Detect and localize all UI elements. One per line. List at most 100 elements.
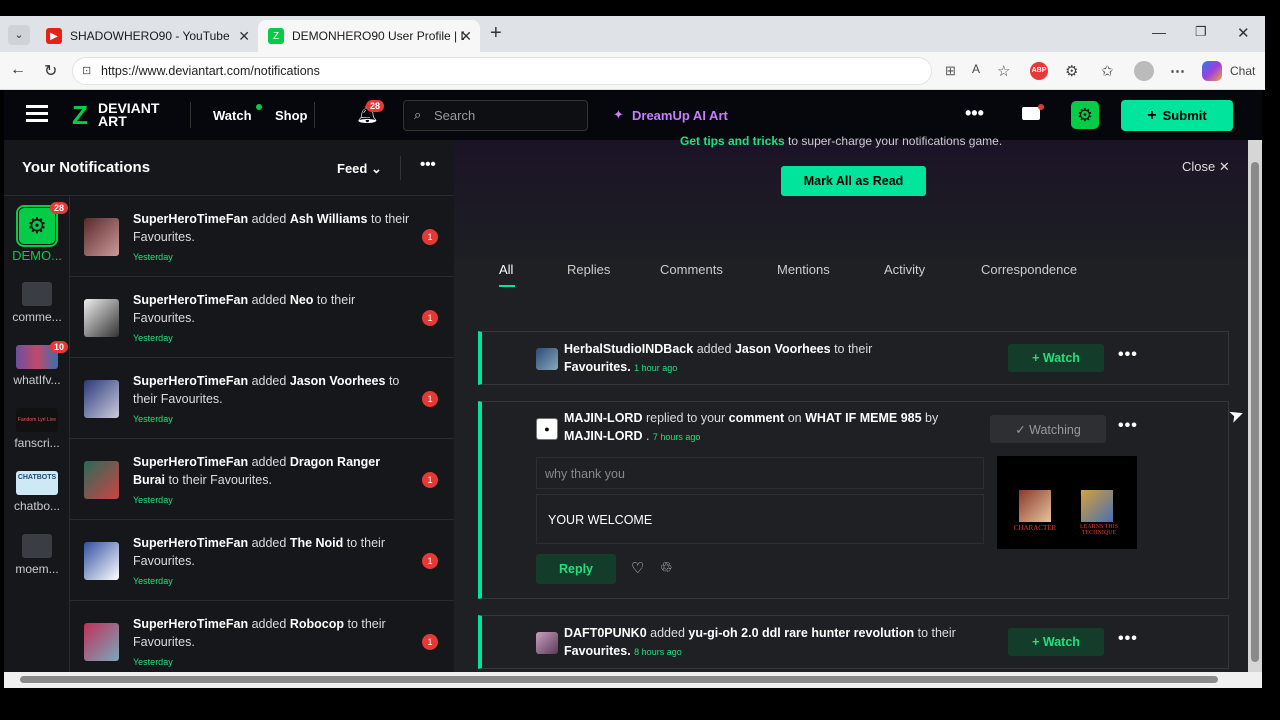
tab-all[interactable]: All	[499, 262, 513, 277]
deviation-link[interactable]: Jason Voorhees	[735, 342, 831, 356]
close-tab-icon[interactable]: ✕	[238, 28, 250, 45]
user-avatar[interactable]: ⚙	[1071, 101, 1099, 129]
username-link[interactable]: MAJIN-LORD	[564, 411, 642, 425]
username-link[interactable]: SuperHeroTimeFan	[133, 374, 248, 388]
restore-icon[interactable]: ❐	[1195, 24, 1207, 40]
username-link[interactable]: DAFT0PUNK0	[564, 626, 647, 640]
user-avatar[interactable]	[536, 348, 558, 370]
tab-replies[interactable]: Replies	[567, 262, 610, 277]
deviation-link[interactable]: Jason Voorhees	[290, 374, 386, 388]
username-link[interactable]: SuperHeroTimeFan	[133, 455, 248, 469]
dreamup-link[interactable]: DreamUp AI Art	[632, 108, 728, 123]
url-field[interactable]: ⊡ https://www.deviantart.com/notificatio…	[72, 57, 956, 85]
watching-button[interactable]: ✓ Watching	[990, 415, 1106, 443]
feed-item[interactable]: SuperHeroTimeFan added Neo to their Favo…	[70, 277, 454, 358]
submit-button[interactable]: + Submit	[1121, 100, 1233, 131]
deviation-link[interactable]: WHAT IF MEME 985	[805, 411, 921, 425]
deviantart-logo-icon[interactable]: Z	[72, 102, 88, 128]
nav-shop[interactable]: Shop	[275, 108, 308, 123]
tip-link[interactable]: Get tips and tricks	[680, 134, 785, 148]
new-tab-icon[interactable]: +	[490, 22, 502, 45]
hscroll-thumb[interactable]	[20, 676, 1218, 683]
username-link[interactable]: HerbalStudioINDBack	[564, 342, 693, 356]
adblock-icon[interactable]: ABP	[1030, 62, 1048, 80]
feed-item[interactable]: SuperHeroTimeFan added Jason Voorhees to…	[70, 358, 454, 439]
user-avatar[interactable]: ●	[536, 418, 558, 440]
username-link[interactable]: SuperHeroTimeFan	[133, 536, 248, 550]
deviation-link[interactable]: Robocop	[290, 617, 344, 631]
deviation-link[interactable]: Neo	[290, 293, 314, 307]
reload-icon[interactable]: ↻	[44, 61, 57, 81]
app-icon[interactable]: ⊞	[945, 63, 956, 79]
heart-icon[interactable]: ♡	[631, 559, 644, 577]
notification-card-reply[interactable]: ● MAJIN-LORD replied to your comment on …	[478, 401, 1229, 599]
back-icon[interactable]: ←	[10, 61, 26, 79]
logo-wordmark[interactable]: DEVIANT ART	[98, 101, 159, 128]
favorite-star-icon[interactable]: ☆	[997, 62, 1010, 80]
extensions-icon[interactable]: ⚙	[1065, 62, 1078, 80]
mark-all-read-button[interactable]: Mark All as Read	[781, 166, 926, 196]
rail-item-comments[interactable]: comme...	[4, 282, 70, 324]
scrollbar-thumb[interactable]	[1251, 162, 1259, 662]
feed-item[interactable]: SuperHeroTimeFan added The Noid to their…	[70, 520, 454, 601]
chat-label[interactable]: Chat	[1230, 64, 1255, 78]
card-more-icon[interactable]: •••	[1118, 346, 1138, 364]
hamburger-menu-icon[interactable]	[26, 105, 48, 123]
tab-activity[interactable]: Activity	[884, 262, 925, 277]
feed-thumbnail[interactable]	[84, 542, 119, 580]
username-link[interactable]: MAJIN-LORD	[564, 429, 642, 443]
feed-item[interactable]: SuperHeroTimeFan added Dragon Ranger Bur…	[70, 439, 454, 520]
award-icon[interactable]: ♲	[660, 559, 673, 576]
rail-item-chatbots[interactable]: CHATBOTS chatbo...	[4, 471, 70, 513]
deviation-link[interactable]: yu-gi-oh 2.0 ddl rare hunter revolution	[688, 626, 914, 640]
watch-button[interactable]: + Watch	[1008, 344, 1104, 372]
close-button[interactable]: Close ✕	[1182, 159, 1230, 175]
feed-thumbnail[interactable]	[84, 218, 119, 256]
deviation-link[interactable]: The Noid	[290, 536, 343, 550]
notification-card[interactable]: DAFT0PUNK0 added yu-gi-oh 2.0 ddl rare h…	[478, 615, 1229, 669]
favorites-icon[interactable]: ✩	[1101, 62, 1114, 80]
nav-watch[interactable]: Watch	[213, 108, 252, 123]
card-more-icon[interactable]: •••	[1118, 630, 1138, 648]
tab-mentions[interactable]: Mentions	[777, 262, 830, 277]
more-menu-icon[interactable]: ⋯	[1170, 62, 1185, 80]
feed-thumbnail[interactable]	[84, 461, 119, 499]
rail-item-fanscripts[interactable]: Fandom Lyri Live fanscri...	[4, 408, 70, 450]
feed-item[interactable]: SuperHeroTimeFan added Robocop to their …	[70, 601, 454, 672]
deviation-thumbnail[interactable]: CHARACTER LEARNS THIS TECHNIQUE	[997, 456, 1137, 549]
favourites-link[interactable]: Favourites.	[564, 360, 631, 374]
watch-button[interactable]: + Watch	[1008, 628, 1104, 656]
rail-item-demonhero[interactable]: ⚙ DEMO... 28	[4, 202, 70, 263]
user-avatar[interactable]	[536, 632, 558, 654]
feed-dropdown[interactable]: Feed ⌄	[337, 161, 382, 177]
feed-thumbnail[interactable]	[84, 623, 119, 661]
deviation-link[interactable]: Ash Williams	[290, 212, 368, 226]
feed-item[interactable]: SuperHeroTimeFan added Ash Williams to t…	[70, 196, 454, 277]
read-aloud-icon[interactable]: A	[972, 62, 980, 76]
close-window-icon[interactable]: ✕	[1237, 24, 1250, 42]
rail-item-moem[interactable]: moem...	[4, 534, 70, 576]
more-options-icon[interactable]: •••	[965, 103, 984, 124]
profile-avatar-icon[interactable]	[1134, 61, 1154, 81]
username-link[interactable]: SuperHeroTimeFan	[133, 212, 248, 226]
tab-youtube[interactable]: ▶ SHADOWHERO90 - YouTube ✕	[36, 20, 258, 52]
tab-comments[interactable]: Comments	[660, 262, 723, 277]
tab-deviantart[interactable]: Z DEMONHERO90 User Profile | Dev ✕	[258, 20, 480, 52]
close-tab-icon[interactable]: ✕	[460, 28, 472, 45]
username-link[interactable]: SuperHeroTimeFan	[133, 293, 248, 307]
favourites-link[interactable]: Favourites.	[564, 644, 631, 658]
username-link[interactable]: SuperHeroTimeFan	[133, 617, 248, 631]
comment-link[interactable]: comment	[729, 411, 785, 425]
minimize-icon[interactable]: —	[1152, 24, 1166, 40]
copilot-icon[interactable]	[1202, 61, 1222, 81]
feed-thumbnail[interactable]	[84, 380, 119, 418]
card-more-icon[interactable]: •••	[1118, 417, 1138, 435]
rail-item-whatif[interactable]: whatIfv... 10	[4, 341, 70, 387]
tab-correspondence[interactable]: Correspondence	[981, 262, 1077, 277]
panel-more-icon[interactable]: •••	[420, 156, 436, 173]
notification-card[interactable]: HerbalStudioINDBack added Jason Voorhees…	[478, 331, 1229, 385]
site-info-icon[interactable]: ⊡	[82, 64, 91, 77]
tab-list-button[interactable]: ⌄	[8, 25, 30, 45]
reply-button[interactable]: Reply	[536, 554, 616, 584]
search-input[interactable]: ⌕ Search	[403, 100, 588, 131]
